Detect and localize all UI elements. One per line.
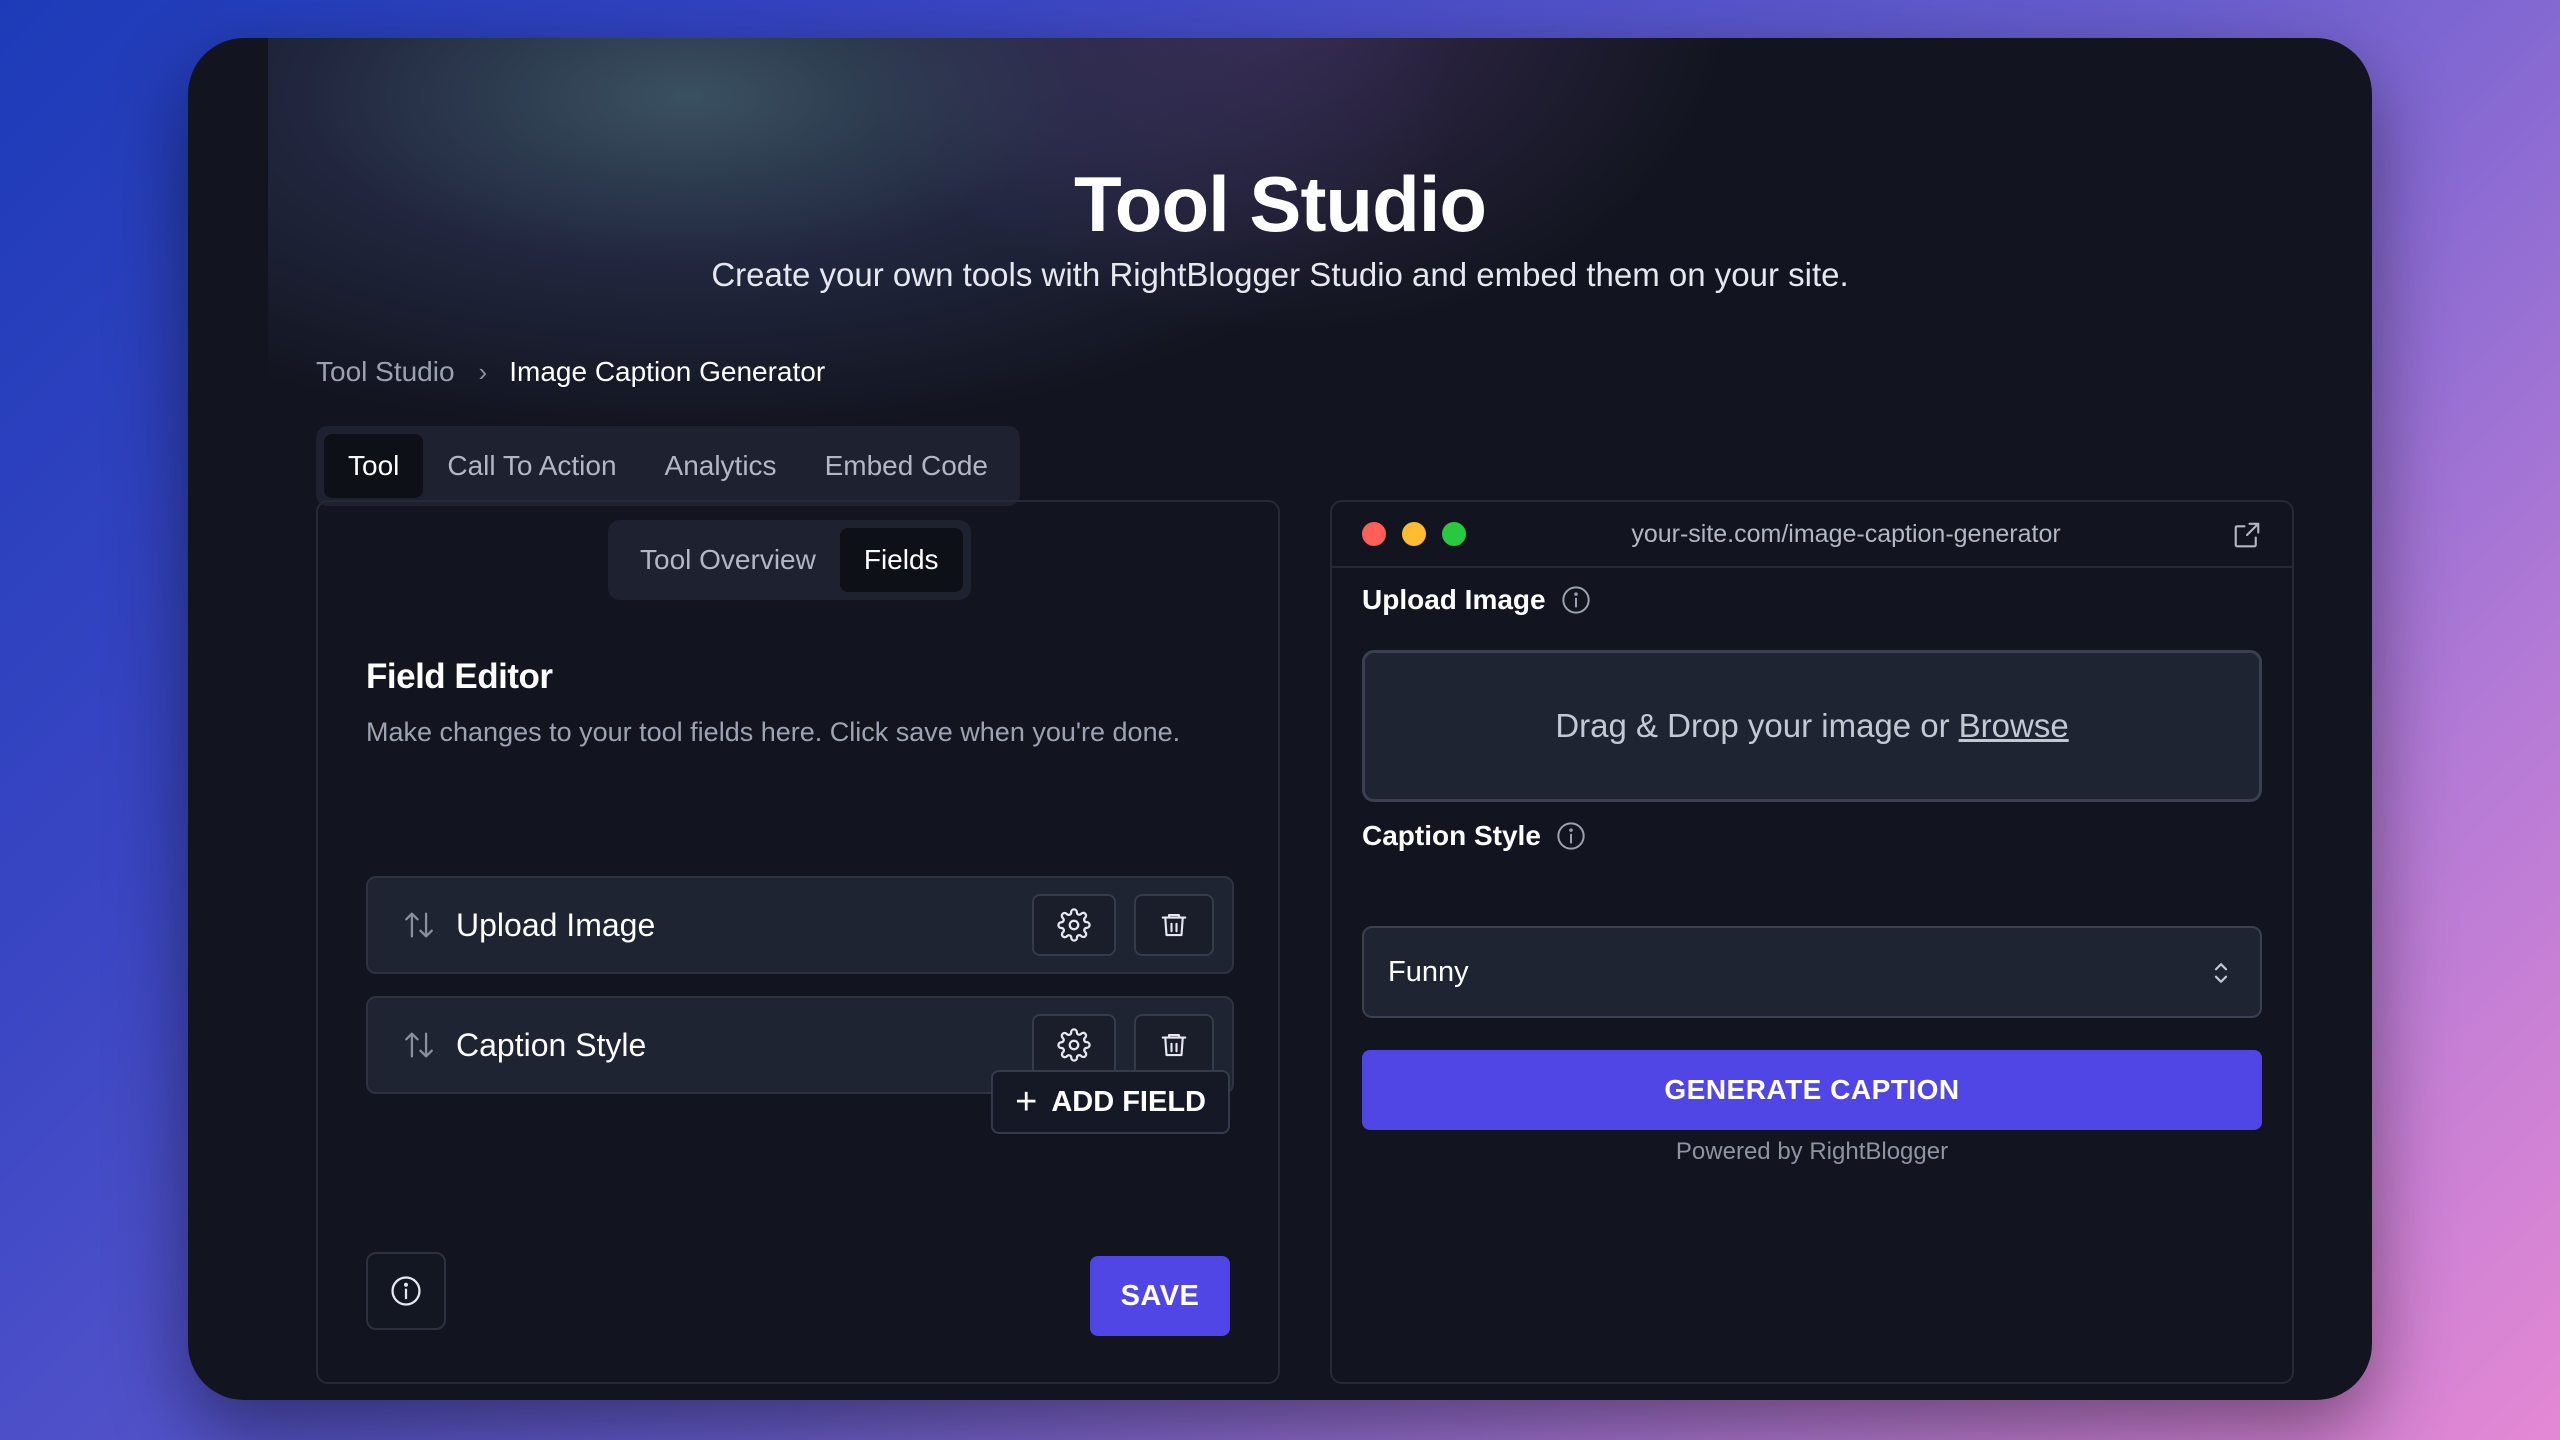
trash-icon (1161, 913, 1187, 937)
info-icon[interactable] (1560, 584, 1592, 616)
field-editor-title: Field Editor (366, 657, 553, 696)
info-button[interactable] (366, 1252, 446, 1330)
external-link-icon[interactable] (2232, 520, 2262, 550)
main-tabs: Tool Call To Action Analytics Embed Code (316, 426, 1020, 506)
breadcrumb-current: Image Caption Generator (509, 356, 826, 387)
field-settings-button[interactable] (1032, 894, 1116, 956)
add-field-label: ADD FIELD (1051, 1085, 1206, 1118)
field-editor-panel: Tool Overview Fields Field Editor Make c… (316, 500, 1280, 1384)
browse-link[interactable]: Browse (1959, 707, 2069, 745)
preview-url: your-site.com/image-caption-generator (1631, 520, 2061, 548)
powered-by-text: Powered by RightBlogger (1675, 1138, 1949, 1165)
caption-style-value: Funny (1388, 955, 1469, 988)
upload-image-label-row: Upload Image (1362, 584, 1592, 616)
page-header: Tool Studio Create your own tools with R… (188, 156, 2372, 294)
subtab-tool-overview[interactable]: Tool Overview (616, 528, 840, 592)
reorder-icon[interactable] (402, 1028, 436, 1062)
field-row-upload-image[interactable]: Upload Image (366, 876, 1234, 974)
generate-caption-button[interactable]: GENERATE CAPTION (1362, 1050, 2262, 1130)
breadcrumb-home-link[interactable]: Tool Studio (316, 356, 455, 388)
page-subtitle: Create your own tools with RightBlogger … (711, 256, 1849, 293)
gear-icon (1057, 1028, 1091, 1062)
caption-style-label-row: Caption Style (1362, 820, 1587, 852)
gear-icon (1057, 908, 1091, 942)
page-title: Tool Studio (1073, 160, 1487, 248)
trash-icon (1161, 1033, 1187, 1057)
field-delete-button[interactable] (1134, 894, 1214, 956)
image-dropzone[interactable]: Drag & Drop your image or Browse (1362, 650, 2262, 802)
field-delete-button[interactable] (1134, 1014, 1214, 1076)
add-field-button[interactable]: + ADD FIELD (991, 1070, 1230, 1134)
tab-tool[interactable]: Tool (324, 434, 424, 498)
chevron-up-down-icon (2214, 963, 2228, 983)
info-icon (391, 1276, 421, 1306)
tool-preview-panel: your-site.com/image-caption-generator Up… (1330, 500, 2294, 1384)
caption-style-select[interactable]: Funny (1362, 926, 2262, 1018)
breadcrumb: Tool Studio › Image Caption Generator (316, 356, 825, 388)
tab-analytics[interactable]: Analytics (641, 434, 801, 498)
field-label: Caption Style (456, 1026, 647, 1063)
dropzone-text: Drag & Drop your image or (1555, 707, 1950, 744)
field-settings-button[interactable] (1032, 1014, 1116, 1076)
info-icon[interactable] (1555, 820, 1587, 852)
subtab-fields[interactable]: Fields (839, 528, 963, 592)
upload-image-label: Upload Image (1362, 584, 1546, 615)
app-window: Tool Studio Create your own tools with R… (188, 38, 2372, 1400)
breadcrumb-separator: › (478, 356, 488, 387)
reorder-icon[interactable] (402, 908, 436, 942)
plus-icon: + (1015, 1081, 1038, 1123)
tab-call-to-action[interactable]: Call To Action (423, 434, 640, 498)
save-button[interactable]: SAVE (1090, 1256, 1230, 1336)
caption-style-label: Caption Style (1362, 820, 1541, 851)
browser-bar: your-site.com/image-caption-generator (1332, 502, 2292, 568)
field-editor-description: Make changes to your tool fields here. C… (366, 717, 1181, 747)
tab-embed-code[interactable]: Embed Code (801, 434, 1012, 498)
field-label: Upload Image (456, 906, 656, 943)
editor-subtabs: Tool Overview Fields (608, 520, 971, 600)
